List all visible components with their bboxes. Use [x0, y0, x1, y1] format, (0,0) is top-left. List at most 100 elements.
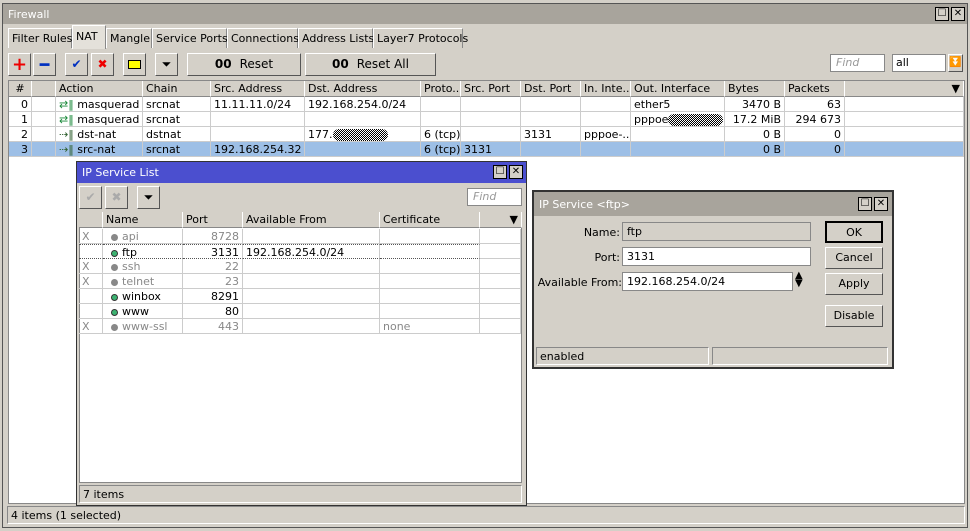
status-dot-icon	[111, 263, 118, 271]
cell-from	[243, 304, 380, 319]
disable-button[interactable]: ✖	[105, 186, 128, 209]
cell-cert	[380, 259, 480, 274]
chain-value: dstnat	[146, 128, 182, 141]
disable-button[interactable]: ✖	[91, 53, 114, 76]
cell-from	[243, 259, 380, 274]
port-field[interactable]: 3131	[622, 247, 811, 266]
redacted-mask	[668, 114, 724, 126]
cell-flags	[32, 97, 56, 112]
filter-select[interactable]: all	[892, 54, 946, 72]
column-header[interactable]: Proto...	[421, 81, 461, 97]
close-button[interactable]: ✕	[874, 197, 888, 211]
cell-cert	[380, 304, 480, 319]
cell-bytes: 3470 B	[725, 97, 785, 112]
column-header[interactable]: Src. Port	[461, 81, 521, 97]
available-from-field[interactable]: 192.168.254.0/24	[622, 272, 793, 291]
column-header[interactable]: Port	[183, 212, 243, 228]
port-value: 443	[218, 320, 239, 333]
proto-value: 6 (tcp)	[424, 143, 461, 156]
column-header[interactable]: #	[9, 81, 32, 97]
cancel-button[interactable]: Cancel	[825, 247, 883, 269]
maximize-button[interactable]: ☐	[493, 165, 507, 179]
dst-value: 177.	[308, 128, 333, 141]
firewall-title-bar[interactable]: Firewall	[3, 4, 967, 24]
find-input[interactable]: Find	[830, 54, 885, 72]
column-header[interactable]: In. Inte...	[581, 81, 631, 97]
add-button[interactable]: +	[8, 53, 31, 76]
cell-num: 0	[9, 97, 32, 112]
column-header[interactable]: Packets	[785, 81, 845, 97]
cell-empty	[480, 229, 521, 244]
cell-dst: 192.168.254.0/24	[305, 97, 421, 112]
dialog-title-bar[interactable]: IP Service <ftp>	[534, 192, 892, 216]
column-header[interactable]: Available From	[243, 212, 380, 228]
column-header[interactable]: Dst. Port	[521, 81, 581, 97]
column-menu-button[interactable]: ▼	[480, 212, 522, 228]
outif-value: pppoe	[634, 113, 669, 126]
apply-button[interactable]: Apply	[825, 273, 883, 295]
tab-service-ports[interactable]: Service Ports	[152, 28, 228, 48]
close-button[interactable]: ✕	[509, 165, 523, 179]
filter-dropdown-button[interactable]: ⏬	[948, 54, 963, 72]
cell-sport	[461, 127, 521, 142]
column-header[interactable]	[32, 81, 56, 97]
cell-empty	[480, 244, 521, 259]
tab-filter-rules[interactable]: Filter Rules	[8, 28, 72, 48]
tab-layer7-protocols[interactable]: Layer7 Protocols	[373, 28, 468, 48]
port-value: 80	[225, 305, 239, 318]
tab-address-lists[interactable]: Address Lists	[298, 28, 374, 48]
find-input[interactable]: Find	[467, 188, 522, 206]
packets-value: 0	[834, 143, 841, 156]
column-header[interactable]: Name	[103, 212, 183, 228]
filter-button[interactable]: ⏷	[137, 186, 160, 209]
src-value: 192.168.254.32	[214, 143, 302, 156]
remove-button[interactable]: ━	[33, 53, 56, 76]
column-header[interactable]: Out. Interface	[631, 81, 725, 97]
port-value: 22	[225, 260, 239, 273]
cell-outif: ether5	[631, 97, 725, 112]
comment-button[interactable]	[123, 53, 146, 76]
enable-button[interactable]: ✔	[79, 186, 102, 209]
expand-collapse-icon[interactable]: ▲ ▼	[795, 271, 803, 289]
cert-value: none	[383, 320, 411, 333]
column-header[interactable]: Src. Address	[211, 81, 305, 97]
maximize-button[interactable]: ☐	[858, 197, 872, 211]
status-bar: 7 items	[79, 485, 522, 503]
reset-all-counters-button[interactable]: 00Reset All Counters	[305, 53, 436, 92]
cell-name: ftp	[103, 244, 183, 259]
column-header[interactable]: Bytes	[725, 81, 785, 97]
filter-button[interactable]: ⏷	[155, 53, 178, 76]
ok-button[interactable]: OK	[825, 221, 883, 243]
service-list-title-bar[interactable]: IP Service List	[77, 162, 526, 183]
cell-cert: none	[380, 319, 480, 334]
cell-port: 22	[183, 259, 243, 274]
cell-empty	[480, 304, 521, 319]
tab-nat[interactable]: NAT	[72, 25, 106, 49]
column-header[interactable]: Certificate	[380, 212, 480, 228]
cell-empty	[845, 112, 964, 127]
close-button[interactable]: ✕	[951, 7, 965, 21]
cell-port: 23	[183, 274, 243, 289]
disable-button[interactable]: Disable	[825, 305, 883, 327]
status-dot-icon	[111, 233, 118, 241]
column-header[interactable]: Dst. Address	[305, 81, 421, 97]
cell-cert	[380, 229, 480, 244]
enable-button[interactable]: ✔	[65, 53, 88, 76]
dport-value: 3131	[524, 128, 552, 141]
column-header[interactable]: Action	[56, 81, 143, 97]
cell-action: ⇢‖ dst-nat	[56, 127, 143, 142]
maximize-button[interactable]: ☐	[935, 7, 949, 21]
port-value: 8728	[211, 230, 239, 243]
name-value: winbox	[122, 290, 161, 303]
column-menu-button[interactable]: ▼	[845, 81, 964, 97]
column-header[interactable]: Chain	[143, 81, 211, 97]
tab-connections[interactable]: Connections	[227, 28, 299, 48]
cell-flag	[79, 304, 103, 319]
action-value: masquerad	[77, 98, 140, 111]
status-text: enabled	[540, 350, 585, 363]
port-value: 3131	[211, 246, 239, 259]
reset-counters-button[interactable]: 00Reset Counters	[187, 53, 301, 92]
column-header[interactable]	[79, 212, 103, 228]
cell-port: 8291	[183, 289, 243, 304]
tab-mangle[interactable]: Mangle	[106, 28, 152, 48]
